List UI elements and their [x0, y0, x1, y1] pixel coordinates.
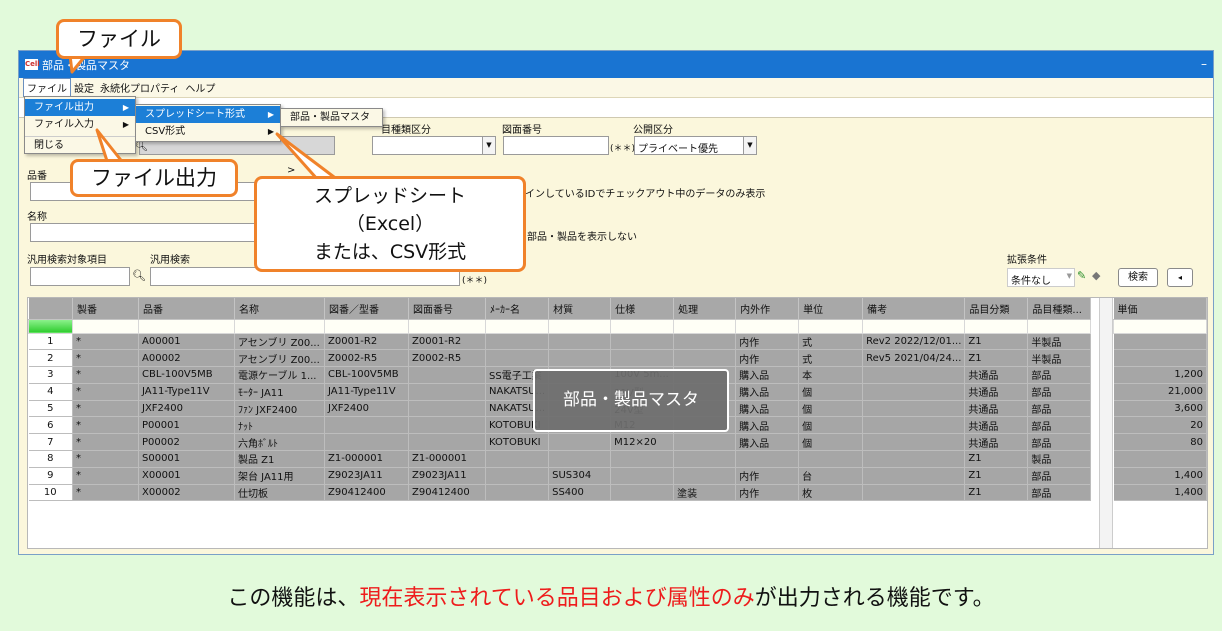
- callout-spreadsheet: スプレッドシート （Excel） または、CSV形式: [254, 176, 526, 272]
- callout-file-output: ファイル出力: [70, 159, 238, 197]
- callout-line: （Excel）: [345, 213, 435, 235]
- caption: この機能は、現在表示されている品目および属性のみが出力される機能です。: [0, 580, 1222, 612]
- caption-post: が出力される機能です。: [754, 586, 995, 611]
- caption-highlight: 現在表示されている品目および属性のみ: [359, 586, 755, 611]
- caption-pre: この機能は、: [227, 586, 360, 611]
- callout-pointers: [68, 53, 340, 182]
- callout-line: または、CSV形式: [313, 241, 467, 263]
- callout-file: ファイル: [56, 19, 182, 59]
- callout-line: スプレッドシート: [313, 185, 466, 207]
